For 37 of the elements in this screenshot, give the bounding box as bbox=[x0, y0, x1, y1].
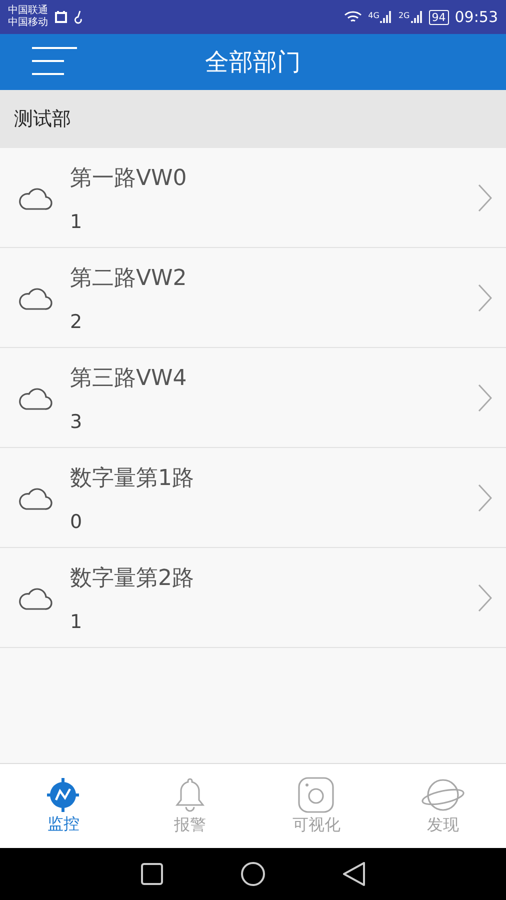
circle-icon[interactable] bbox=[241, 862, 265, 886]
channel-value: 1 bbox=[70, 610, 84, 632]
channel-value: 0 bbox=[70, 510, 84, 532]
wifi-icon bbox=[344, 10, 362, 24]
clock-time: 09:53 bbox=[454, 8, 498, 26]
square-icon[interactable] bbox=[141, 863, 163, 885]
notification-icon bbox=[54, 10, 68, 24]
menu-icon bbox=[30, 44, 78, 76]
channel-name: 第二路VW2 bbox=[70, 264, 188, 292]
signal-icon bbox=[380, 10, 392, 24]
music-note-icon bbox=[74, 10, 84, 24]
bell-icon bbox=[174, 776, 206, 812]
network-type: 4G bbox=[368, 10, 380, 22]
chevron-right-icon bbox=[478, 184, 492, 212]
channel-value: 1 bbox=[70, 210, 84, 232]
channel-name: 第三路VW4 bbox=[70, 364, 188, 392]
chevron-right-icon bbox=[478, 484, 492, 512]
channel-name: 数字量第2路 bbox=[70, 564, 195, 592]
chevron-right-icon bbox=[478, 384, 492, 412]
section-title: 测试部 bbox=[14, 107, 71, 132]
channel-name: 第一路VW0 bbox=[70, 164, 188, 192]
signal-icon bbox=[410, 10, 423, 24]
battery-level: 94 bbox=[428, 10, 449, 24]
carrier-name: 中国联通 bbox=[8, 5, 48, 16]
chevron-right-icon bbox=[478, 284, 492, 312]
chart-compass-icon bbox=[45, 778, 82, 812]
camera-icon bbox=[298, 776, 334, 812]
network-type: 2G bbox=[398, 10, 410, 22]
channel-value: 2 bbox=[70, 310, 84, 332]
channel-name: 数字量第1路 bbox=[70, 464, 195, 492]
channel-value: 3 bbox=[70, 410, 84, 432]
chevron-right-icon bbox=[478, 584, 492, 612]
page-title: 全部部门 bbox=[205, 47, 301, 78]
triangle-icon[interactable] bbox=[343, 862, 365, 886]
carrier-name: 中国移动 bbox=[8, 17, 48, 29]
planet-icon bbox=[420, 776, 466, 812]
nav-tab[interactable]: 监控 bbox=[0, 764, 126, 848]
